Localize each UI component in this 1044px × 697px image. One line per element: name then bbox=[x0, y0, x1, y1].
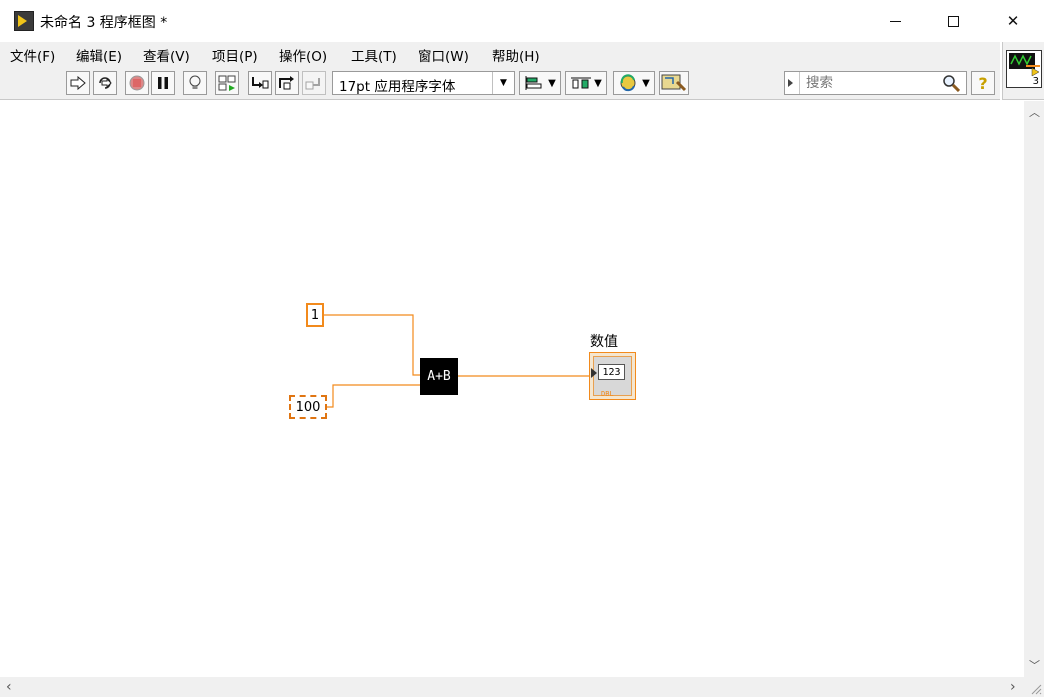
labview-app-icon bbox=[14, 11, 34, 31]
chevron-down-icon: ▼ bbox=[594, 77, 602, 89]
menu-project[interactable]: 项目(P) bbox=[212, 45, 258, 65]
font-select-value: 17pt 应用程序字体 bbox=[339, 79, 456, 95]
highlight-execution-icon bbox=[189, 75, 201, 89]
input-pin-icon bbox=[591, 368, 597, 378]
numeric-constant-a[interactable]: 1 bbox=[306, 303, 324, 327]
search-box bbox=[784, 71, 967, 95]
wire-constant-b-to-add bbox=[326, 384, 421, 408]
run-continuous-icon bbox=[99, 77, 112, 89]
scroll-left-icon[interactable]: ‹ bbox=[6, 679, 12, 695]
indicator-value: 123 bbox=[598, 364, 625, 380]
indicator-label[interactable]: 数值 bbox=[590, 331, 618, 351]
search-input[interactable] bbox=[799, 72, 939, 94]
step-out-button[interactable] bbox=[302, 71, 326, 95]
add-function-node[interactable]: A+B bbox=[420, 358, 458, 395]
step-over-button[interactable] bbox=[275, 71, 299, 95]
reorder-icon bbox=[620, 74, 636, 92]
close-button[interactable]: ✕ bbox=[990, 0, 1036, 42]
minimize-button[interactable] bbox=[872, 0, 918, 42]
step-over-icon bbox=[279, 76, 294, 90]
minimize-icon bbox=[889, 20, 901, 22]
abort-button[interactable] bbox=[125, 71, 149, 95]
help-icon: ? bbox=[978, 73, 988, 93]
resize-grip-icon bbox=[1031, 684, 1042, 695]
vertical-scrollbar[interactable]: ︿ ﹀ bbox=[1024, 101, 1044, 677]
highlight-execution-button[interactable] bbox=[183, 71, 207, 95]
menu-window[interactable]: 窗口(W) bbox=[418, 45, 469, 65]
horizontal-scrollbar[interactable]: ‹ › bbox=[0, 677, 1024, 697]
window-title: 未命名 3 程序框图 * bbox=[40, 15, 168, 31]
scroll-right-icon[interactable]: › bbox=[1010, 679, 1016, 695]
pause-icon bbox=[158, 77, 168, 89]
numeric-indicator-terminal[interactable]: 123 DBL bbox=[589, 352, 636, 400]
scroll-up-icon[interactable]: ︿ bbox=[1029, 104, 1040, 120]
distribute-objects-button[interactable]: ▼ bbox=[565, 71, 607, 95]
block-diagram-canvas[interactable]: 1 100 A+B 数值 123 DBL bbox=[0, 101, 1024, 677]
wire-constant-a-to-add bbox=[322, 314, 421, 376]
pause-button[interactable] bbox=[151, 71, 175, 95]
chevron-down-icon: ▼ bbox=[492, 72, 514, 94]
retain-wire-values-icon bbox=[218, 75, 236, 91]
search-scope-arrow-icon[interactable] bbox=[788, 79, 793, 87]
run-arrow-icon bbox=[70, 76, 86, 90]
title-bar: 未命名 3 程序框图 * ✕ bbox=[0, 0, 1044, 42]
numeric-constant-b[interactable]: 100 bbox=[289, 395, 327, 419]
search-icon[interactable] bbox=[942, 74, 960, 92]
vi-waveform-icon bbox=[1009, 53, 1040, 77]
maximize-button[interactable] bbox=[930, 0, 976, 42]
abort-icon bbox=[129, 75, 145, 91]
clean-up-diagram-button[interactable] bbox=[659, 71, 689, 95]
wires-layer bbox=[322, 314, 591, 408]
indicator-type: DBL bbox=[601, 390, 614, 398]
menu-operate[interactable]: 操作(O) bbox=[279, 45, 327, 65]
chevron-down-icon: ▼ bbox=[642, 77, 650, 89]
vi-instance-number: 3 bbox=[1032, 76, 1039, 87]
retain-wire-values-button[interactable] bbox=[215, 71, 239, 95]
add-function-label: A+B bbox=[427, 369, 451, 384]
resize-grip[interactable] bbox=[1024, 677, 1044, 697]
scroll-down-icon[interactable]: ﹀ bbox=[1029, 657, 1040, 673]
font-select[interactable]: 17pt 应用程序字体 ▼ bbox=[332, 71, 515, 95]
maximize-icon bbox=[947, 15, 959, 27]
menu-bar: 文件(F) 编辑(E) 查看(V) 项目(P) 操作(O) 工具(T) 窗口(W… bbox=[0, 42, 1000, 66]
close-icon: ✕ bbox=[1006, 12, 1020, 30]
align-objects-button[interactable]: ▼ bbox=[519, 71, 561, 95]
menu-view[interactable]: 查看(V) bbox=[143, 45, 190, 65]
clean-up-diagram-icon bbox=[661, 74, 687, 92]
menu-tools[interactable]: 工具(T) bbox=[351, 45, 397, 65]
step-out-icon bbox=[305, 78, 320, 90]
vi-icon[interactable]: 3 bbox=[1006, 50, 1042, 88]
constant-b-value: 100 bbox=[295, 399, 321, 415]
toolbar: 17pt 应用程序字体 ▼ ▼ ▼ ▼ ? bbox=[0, 66, 1000, 100]
run-continuously-button[interactable] bbox=[93, 71, 117, 95]
align-objects-icon bbox=[525, 76, 542, 90]
step-into-button[interactable] bbox=[248, 71, 272, 95]
menu-help[interactable]: 帮助(H) bbox=[492, 45, 540, 65]
step-into-icon bbox=[252, 77, 269, 89]
run-button[interactable] bbox=[66, 71, 90, 95]
context-help-button[interactable]: ? bbox=[971, 71, 995, 95]
reorder-button[interactable]: ▼ bbox=[613, 71, 655, 95]
chevron-down-icon: ▼ bbox=[548, 77, 556, 89]
menu-file[interactable]: 文件(F) bbox=[10, 45, 55, 65]
vi-icon-panel: 3 bbox=[1002, 42, 1044, 100]
distribute-objects-icon bbox=[571, 77, 592, 89]
constant-a-value: 1 bbox=[310, 307, 320, 323]
menu-edit[interactable]: 编辑(E) bbox=[76, 45, 122, 65]
